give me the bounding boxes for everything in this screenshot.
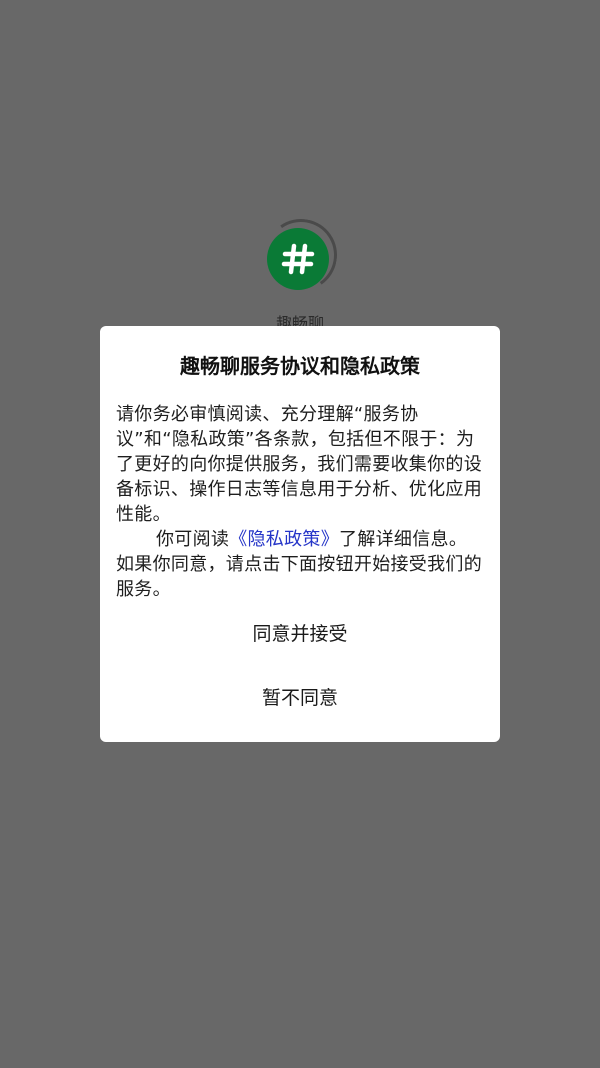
decline-button[interactable]: 暂不同意 [100,676,500,720]
hash-chat-bubble-icon [281,243,315,275]
privacy-policy-link[interactable]: 《隐私政策》 [229,529,339,550]
privacy-dialog: 趣畅聊服务协议和隐私政策 请你务必审慎阅读、充分理解“服务协议”和“隐私政策”各… [100,326,500,742]
privacy-text-before: 你可阅读 [156,529,230,550]
app-logo [267,228,329,290]
privacy-paragraph: 你可阅读《隐私政策》了解详细信息。如果你同意，请点击下面按钮开始接受我们的服务。 [116,527,484,602]
dialog-body: 请你务必审慎阅读、充分理解“服务协议”和“隐私政策”各条款，包括但不限于：为了更… [116,402,484,602]
agreement-paragraph: 请你务必审慎阅读、充分理解“服务协议”和“隐私政策”各条款，包括但不限于：为了更… [116,404,482,525]
accept-button[interactable]: 同意并接受 [100,612,500,656]
dialog-title: 趣畅聊服务协议和隐私政策 [180,354,420,378]
